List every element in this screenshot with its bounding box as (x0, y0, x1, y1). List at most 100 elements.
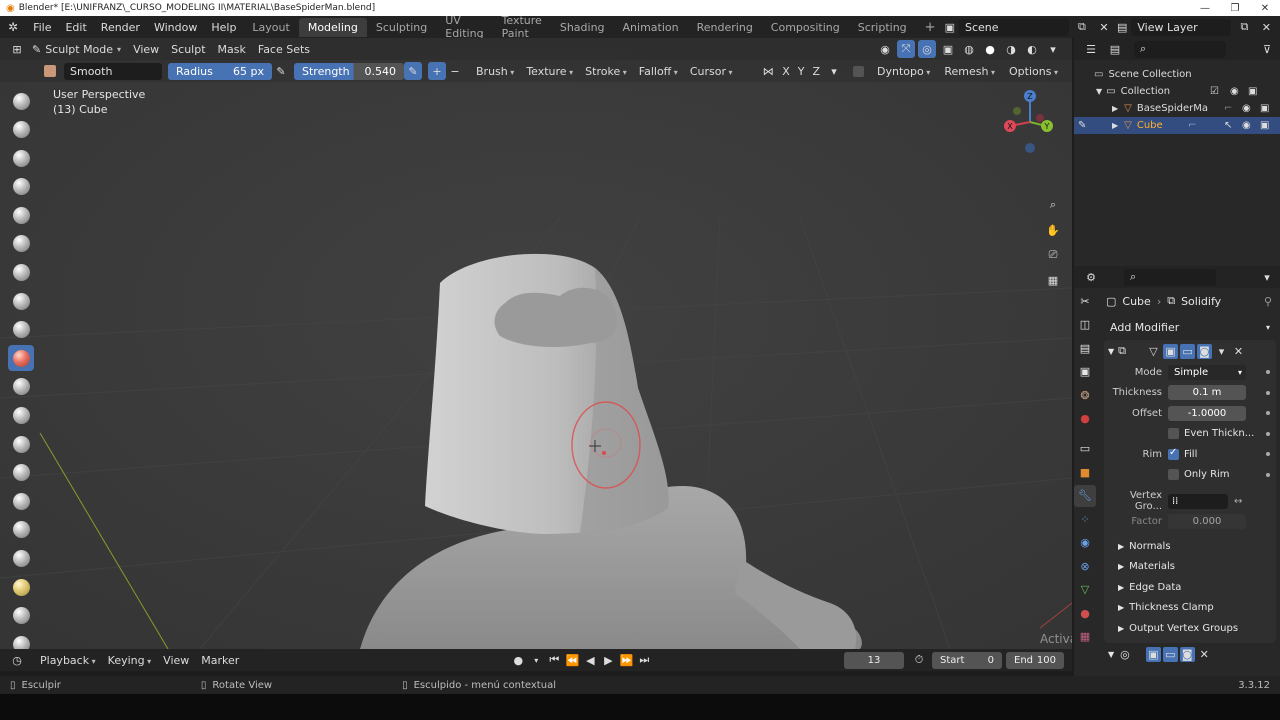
object-select-icon[interactable]: ↖ (1224, 120, 1232, 131)
outliner-editor-type-icon[interactable]: ☰ (1082, 40, 1100, 58)
tool-scrape[interactable] (8, 431, 34, 457)
material-shading-icon[interactable]: ◑ (1002, 40, 1020, 58)
maximize-button[interactable]: ❐ (1220, 3, 1250, 14)
navigation-gizmo[interactable]: Z Y X (1000, 88, 1062, 158)
edit-mode-toggle-icon[interactable]: ▣ (1145, 647, 1161, 662)
blender-menu-icon[interactable]: ✲ (0, 20, 26, 34)
expand-arrow-icon[interactable]: ▶ (1112, 104, 1118, 113)
editor-type-icon[interactable]: ⊞ (8, 40, 26, 58)
tab-animation[interactable]: Animation (614, 18, 688, 37)
tab-modifiers[interactable]: 🔧︎ (1074, 484, 1096, 507)
tab-object[interactable]: ■ (1074, 461, 1096, 483)
scene-collection-row[interactable]: ▭ Scene Collection (1074, 66, 1280, 83)
menu-sculpt[interactable]: Sculpt (165, 43, 211, 56)
normals-section[interactable]: ▶ Normals (1104, 536, 1276, 557)
strength-pressure-icon[interactable]: ✎ (404, 62, 422, 80)
menu-mask[interactable]: Mask (212, 43, 252, 56)
minimize-button[interactable]: — (1190, 3, 1220, 14)
3d-viewport[interactable]: ⊞ ✎ Sculpt Mode View Sculpt Mask Face Se… (0, 38, 1072, 649)
properties-editor-type-icon[interactable]: ⚙ (1082, 268, 1100, 286)
direction-subtract-button[interactable]: − (446, 62, 464, 80)
animate-property-icon[interactable] (1266, 411, 1270, 416)
view-layer-icon[interactable]: ▤ (1117, 21, 1127, 34)
outliner-item-basespiderman[interactable]: ▶ ▽ BaseSpiderMa ⌐ ◉ ▣ (1074, 100, 1280, 117)
tool-thumb[interactable] (8, 603, 34, 629)
tab-rendering[interactable]: Rendering (688, 18, 762, 37)
tab-scripting[interactable]: Scripting (849, 18, 916, 37)
gizmo-neg-z-icon[interactable] (1025, 143, 1035, 153)
filter-icon[interactable]: ⊽ (1258, 40, 1276, 58)
gizmo-neg-x-icon[interactable] (1036, 114, 1044, 122)
tool-layer[interactable] (8, 231, 34, 257)
marker-menu[interactable]: Marker (195, 654, 245, 667)
jump-end-icon[interactable]: ⏭ (635, 651, 653, 669)
tool-flatten[interactable] (8, 374, 34, 400)
properties-options-icon[interactable]: ▾ (1258, 268, 1276, 286)
tool-multiplane-scrape[interactable] (8, 460, 34, 486)
animate-property-icon[interactable] (1266, 472, 1270, 477)
properties-search-input[interactable]: ⌕ (1124, 268, 1216, 286)
tab-tool[interactable]: ✂ (1074, 290, 1096, 312)
menu-face-sets[interactable]: Face Sets (252, 43, 316, 56)
menu-edit[interactable]: Edit (58, 21, 93, 34)
view-layer-selector[interactable]: View Layer (1131, 18, 1232, 36)
object-render-icon[interactable]: ▣ (1260, 103, 1269, 114)
remove-scene-icon[interactable]: ✕ (1095, 18, 1113, 36)
factor-field[interactable]: 0.000 (1168, 514, 1246, 530)
scene-icon[interactable]: ▣ (945, 21, 955, 34)
materials-section[interactable]: ▶ Materials (1104, 557, 1276, 578)
menu-help[interactable]: Help (204, 21, 243, 34)
tool-grab[interactable] (8, 517, 34, 543)
remove-modifier-icon[interactable]: ✕ (1231, 344, 1246, 359)
end-frame-field[interactable]: End 100 (1006, 651, 1064, 669)
tab-particles[interactable]: ⁘ (1074, 508, 1096, 530)
stroke-menu[interactable]: Stroke (579, 65, 633, 78)
animate-property-icon[interactable] (1266, 370, 1270, 375)
cursor-menu[interactable]: Cursor (684, 65, 739, 78)
tab-compositing[interactable]: Compositing (762, 18, 849, 37)
pan-hand-icon[interactable]: ✋ (1044, 221, 1062, 239)
render-toggle-icon[interactable]: ◙ (1179, 647, 1195, 662)
falloff-menu[interactable]: Falloff (633, 65, 684, 78)
viewport-toggle-icon[interactable]: ▭ (1162, 647, 1178, 662)
viewport-toggle-icon[interactable]: ▭ (1180, 343, 1196, 359)
tab-world[interactable]: ● (1074, 408, 1096, 430)
collapse-arrow-icon[interactable]: ▼ (1108, 347, 1114, 356)
tool-blob[interactable] (8, 288, 34, 314)
tool-inflate[interactable] (8, 260, 34, 286)
visibility-eye-icon[interactable]: ◉ (876, 40, 894, 58)
collection-render-icon[interactable]: ▣ (1248, 86, 1257, 97)
collapse-arrow-icon[interactable]: ▼ (1108, 650, 1114, 659)
dyntopo-checkbox[interactable] (853, 65, 865, 77)
remesh-menu[interactable]: Remesh (938, 65, 1001, 78)
tool-pinch[interactable] (8, 488, 34, 514)
tab-output[interactable]: ▤ (1074, 337, 1096, 359)
radius-pressure-icon[interactable]: ✎ (272, 62, 290, 80)
jump-keyframe-forward-icon[interactable]: ⏩ (617, 651, 635, 669)
symmetry-options-icon[interactable]: ▾ (825, 62, 843, 80)
mode-selector[interactable]: ✎ Sculpt Mode (26, 43, 127, 56)
play-reverse-icon[interactable]: ◀ (581, 651, 599, 669)
thickness-field[interactable]: 0.1 m (1168, 385, 1246, 401)
jump-start-icon[interactable]: ⏮ (545, 651, 563, 669)
tool-clay[interactable] (8, 145, 34, 171)
keying-options-icon[interactable]: ▾ (527, 651, 545, 669)
close-window-button[interactable]: ✕ (1250, 3, 1280, 14)
output-vertex-groups-section[interactable]: ▶ Output Vertex Groups (1104, 618, 1276, 639)
tab-data[interactable]: ▽ (1074, 579, 1096, 601)
wireframe-shading-icon[interactable]: ◍ (960, 40, 978, 58)
even-thickness-checkbox[interactable] (1168, 428, 1179, 440)
mirror-x-toggle[interactable]: X (779, 65, 793, 78)
edit-mode-toggle-icon[interactable]: ▣ (1163, 343, 1179, 359)
mirror-z-toggle[interactable]: Z (809, 65, 823, 78)
tab-view-layer[interactable]: ▣ (1074, 361, 1096, 383)
symmetry-icon[interactable]: ⋈ (759, 62, 777, 80)
overlay-toggle-icon[interactable]: ◎ (918, 40, 936, 58)
animate-property-icon[interactable] (1266, 431, 1270, 436)
shading-options-icon[interactable]: ▾ (1044, 40, 1062, 58)
pin-icon[interactable]: ⚲ (1264, 295, 1272, 308)
play-icon[interactable]: ▶ (599, 651, 617, 669)
texture-menu[interactable]: Texture (520, 65, 579, 78)
preview-range-icon[interactable]: ⏱ (910, 651, 928, 669)
thickness-clamp-section[interactable]: ▶ Thickness Clamp (1104, 598, 1276, 619)
